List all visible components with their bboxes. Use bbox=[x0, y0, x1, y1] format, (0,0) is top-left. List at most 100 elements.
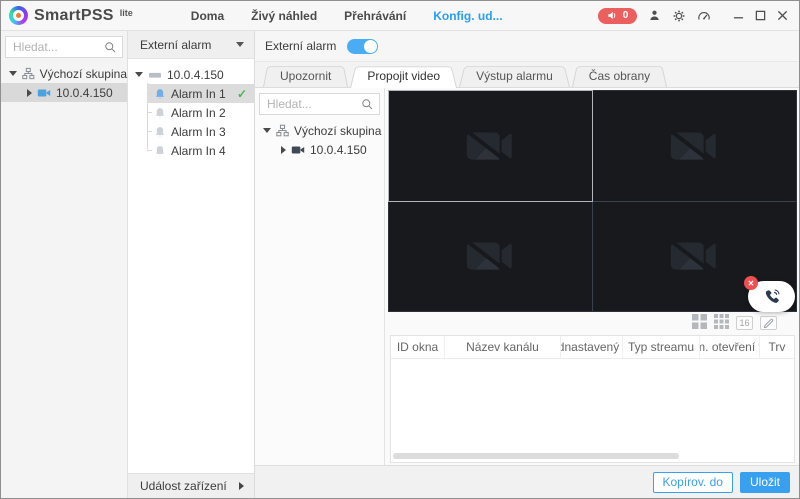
group-label: Výchozí skupina bbox=[294, 123, 382, 138]
col-preset[interactable]: řednastavený bo bbox=[561, 336, 623, 358]
main-nav: Doma Živý náhled Přehrávání Konfig. ud..… bbox=[191, 9, 503, 23]
video-window-2[interactable] bbox=[593, 91, 796, 201]
device-event-label: Událost zařízení bbox=[140, 479, 227, 493]
alarm-item-label: Alarm In 2 bbox=[171, 105, 226, 120]
table-body bbox=[391, 359, 794, 462]
alarm-item-3[interactable]: Alarm In 3 bbox=[147, 122, 254, 141]
nav-playback[interactable]: Přehrávání bbox=[344, 9, 406, 23]
alarm-panel-title: Externí alarm bbox=[140, 37, 212, 52]
alarm-enable-toggle[interactable] bbox=[347, 38, 379, 54]
caret-down-icon[interactable] bbox=[9, 71, 17, 76]
tab-notify[interactable]: Upozornit bbox=[263, 64, 348, 87]
table-header: ID okna Název kanálu řednastavený bo Typ… bbox=[391, 336, 794, 359]
search-icon[interactable] bbox=[361, 98, 374, 111]
tree-item-group[interactable]: Výchozí skupina bbox=[1, 64, 127, 83]
tab-link-video[interactable]: Propojit video bbox=[350, 64, 457, 87]
layout-16-button[interactable]: 16 bbox=[736, 316, 753, 330]
topbar-actions: 0 bbox=[598, 7, 791, 25]
alarm-item-1[interactable]: Alarm In 1 ✓ bbox=[147, 84, 254, 103]
alarm-item-label: Alarm In 3 bbox=[171, 124, 226, 139]
action-bar: Kopírov. do Uložit bbox=[255, 465, 799, 498]
caret-down-icon[interactable] bbox=[135, 72, 143, 77]
alarm-count: 0 bbox=[622, 10, 629, 21]
alarm-count-badge[interactable]: 0 bbox=[598, 7, 637, 24]
dashboard-gauge-icon[interactable] bbox=[696, 8, 712, 24]
brand-name: SmartPSS bbox=[34, 6, 114, 24]
alarm-item-4[interactable]: Alarm In 4 bbox=[147, 141, 254, 160]
user-icon[interactable] bbox=[646, 8, 662, 24]
save-button[interactable]: Uložit bbox=[739, 471, 790, 493]
app-logo-icon bbox=[9, 6, 28, 25]
video-grid bbox=[388, 90, 797, 312]
caret-down-icon[interactable] bbox=[263, 128, 271, 133]
camera-icon bbox=[291, 146, 305, 153]
layout-4-icon[interactable] bbox=[692, 314, 707, 332]
close-button[interactable] bbox=[773, 7, 791, 25]
channel-search-box bbox=[259, 93, 380, 115]
alarm-panel-header[interactable]: Externí alarm bbox=[128, 31, 254, 59]
nav-event-config[interactable]: Konfig. ud... bbox=[433, 9, 502, 23]
channel-search-input[interactable] bbox=[265, 96, 361, 112]
tree-item-device[interactable]: 10.0.4.150 bbox=[1, 83, 127, 102]
collapse-icon[interactable] bbox=[236, 42, 244, 47]
nav-live-view[interactable]: Živý náhled bbox=[251, 9, 317, 23]
bell-icon bbox=[155, 126, 165, 136]
tab-alarm-output[interactable]: Výstup alarmu bbox=[459, 64, 570, 87]
device-group-panel: Výchozí skupina 10.0.4.150 bbox=[1, 31, 128, 498]
video-off-icon bbox=[666, 126, 716, 166]
brand: SmartPSS lite bbox=[9, 6, 133, 25]
video-off-icon bbox=[462, 126, 512, 166]
horizontal-scrollbar[interactable] bbox=[393, 453, 680, 459]
col-channel-name[interactable]: Název kanálu bbox=[445, 336, 561, 358]
search-icon[interactable] bbox=[104, 41, 117, 54]
alarm-item-label: Alarm In 1 bbox=[171, 86, 226, 101]
caret-right-icon[interactable] bbox=[281, 145, 286, 154]
nav-home[interactable]: Doma bbox=[191, 9, 224, 23]
maximize-button[interactable] bbox=[751, 7, 769, 25]
phone-icon bbox=[765, 288, 780, 303]
settings-gear-icon[interactable] bbox=[671, 8, 687, 24]
bell-icon bbox=[155, 107, 165, 117]
config-tabs: Upozornit Propojit video Výstup alarmu Č… bbox=[255, 62, 799, 88]
caret-right-icon[interactable] bbox=[27, 88, 32, 97]
video-window-1[interactable] bbox=[388, 90, 593, 202]
col-stream-type[interactable]: Typ streamu bbox=[623, 336, 700, 358]
grid-layout-toolbar: 16 bbox=[388, 312, 797, 334]
camera-icon bbox=[37, 89, 51, 96]
expand-icon[interactable] bbox=[239, 482, 244, 490]
device-event-section[interactable]: Událost zařízení bbox=[128, 473, 254, 498]
device-box-icon bbox=[149, 72, 161, 78]
copy-to-button[interactable]: Kopírov. do bbox=[652, 471, 733, 493]
custom-layout-pencil-icon[interactable] bbox=[760, 316, 777, 330]
col-window-id[interactable]: ID okna bbox=[391, 336, 445, 358]
device-search-box bbox=[5, 36, 123, 58]
device-search-input[interactable] bbox=[11, 39, 104, 55]
alarm-item-2[interactable]: Alarm In 2 bbox=[147, 103, 254, 122]
group-label: Výchozí skupina bbox=[39, 66, 127, 81]
main-panel: Externí alarm Upozornit Propojit video V… bbox=[255, 31, 799, 498]
channel-table: ID okna Název kanálu řednastavený bo Typ… bbox=[390, 335, 795, 463]
bell-icon bbox=[155, 88, 165, 98]
video-channel-tree: Výchozí skupina 10.0.4.150 bbox=[255, 88, 385, 465]
close-call-icon[interactable]: ✕ bbox=[744, 276, 758, 290]
col-auto-open[interactable]: tom. otevření vid bbox=[700, 336, 760, 358]
tree-item-device[interactable]: 10.0.4.150 bbox=[255, 140, 384, 159]
alarm-device-label: 10.0.4.150 bbox=[167, 67, 224, 82]
bell-icon bbox=[155, 145, 165, 155]
tab-arm-time[interactable]: Čas obrany bbox=[572, 64, 667, 87]
layout-9-icon[interactable] bbox=[714, 314, 729, 332]
alarm-enable-label: Externí alarm bbox=[265, 39, 337, 53]
col-duration[interactable]: Trv bbox=[760, 336, 794, 358]
alarm-enable-row: Externí alarm bbox=[255, 31, 799, 62]
check-icon: ✓ bbox=[236, 86, 247, 101]
group-icon bbox=[276, 124, 289, 137]
minimize-button[interactable] bbox=[729, 7, 747, 25]
tree-item-group[interactable]: Výchozí skupina bbox=[255, 121, 384, 140]
call-popup[interactable]: ✕ bbox=[744, 276, 795, 312]
alarm-device-row[interactable]: 10.0.4.150 bbox=[128, 65, 254, 84]
alarm-items: Alarm In 1 ✓ Alarm In 2 Alarm In 3 Alarm… bbox=[147, 83, 254, 160]
brand-suffix: lite bbox=[119, 8, 133, 18]
link-video-tab-content: Výchozí skupina 10.0.4.150 bbox=[255, 88, 799, 465]
device-label: 10.0.4.150 bbox=[310, 142, 367, 157]
video-window-3[interactable] bbox=[389, 201, 592, 311]
